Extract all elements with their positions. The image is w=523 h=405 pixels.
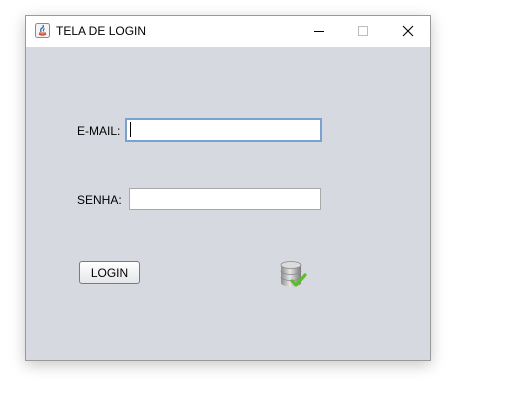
login-window: TELA DE LOGIN E-MAIL: SENHA: LOGIN — [25, 15, 431, 361]
close-icon — [402, 25, 413, 37]
database-check-icon — [280, 261, 307, 287]
maximize-button[interactable] — [340, 16, 385, 46]
minimize-button[interactable] — [296, 16, 341, 46]
email-label: E-MAIL: — [77, 124, 121, 138]
title-bar[interactable]: TELA DE LOGIN — [26, 16, 430, 47]
senha-label: SENHA: — [77, 193, 122, 207]
maximize-icon — [357, 26, 368, 36]
close-button[interactable] — [385, 16, 430, 46]
email-field[interactable] — [125, 118, 322, 142]
minimize-icon — [313, 31, 324, 32]
login-button[interactable]: LOGIN — [79, 261, 140, 284]
window-title: TELA DE LOGIN — [56, 24, 147, 38]
java-icon — [35, 23, 50, 38]
text-caret — [130, 122, 131, 137]
password-field[interactable] — [129, 188, 321, 210]
